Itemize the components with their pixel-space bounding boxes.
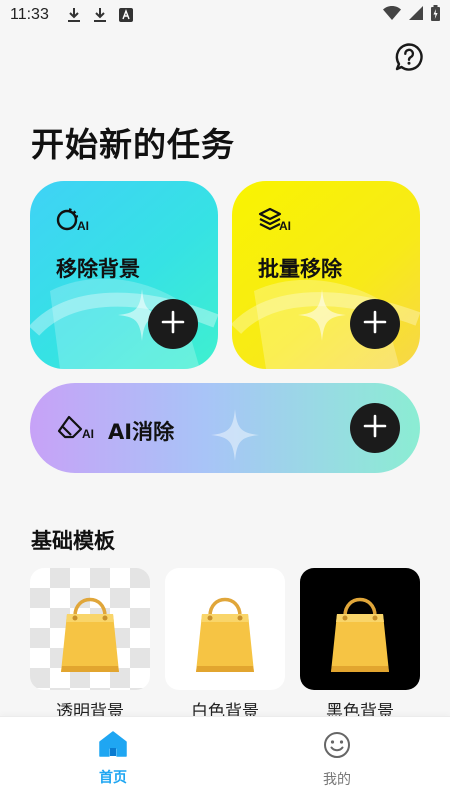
nav-home-label: 首页 bbox=[99, 770, 127, 786]
bottom-nav: 首页 我的 bbox=[0, 716, 450, 800]
batch-add-button[interactable] bbox=[350, 299, 400, 349]
templates-title: 基础模板 bbox=[31, 529, 115, 553]
page-title: 开始新的任务 bbox=[31, 125, 235, 164]
remove-bg-ai-icon: AI bbox=[56, 207, 89, 233]
wifi-icon bbox=[383, 6, 401, 24]
download-icon bbox=[67, 7, 81, 23]
batch-label: 批量移除 bbox=[258, 257, 342, 281]
smiley-icon bbox=[323, 731, 351, 763]
ai-erase-add-button[interactable] bbox=[350, 403, 400, 453]
keyboard-app-icon bbox=[118, 8, 133, 22]
plus-icon bbox=[363, 310, 387, 338]
ai-tag: AI bbox=[82, 427, 94, 441]
status-time: 11:33 bbox=[10, 6, 49, 23]
home-icon bbox=[99, 731, 127, 761]
download-icon bbox=[93, 7, 107, 23]
nav-mine-label: 我的 bbox=[323, 772, 351, 788]
batch-remove-card[interactable]: AI 批量移除 bbox=[232, 181, 420, 369]
ai-tag: AI bbox=[77, 219, 89, 233]
eraser-ai-icon: AI bbox=[57, 415, 94, 441]
help-button[interactable] bbox=[394, 42, 424, 76]
signal-icon bbox=[409, 6, 423, 24]
remove-background-card[interactable]: AI 移除背景 bbox=[30, 181, 218, 369]
template-white-bg[interactable] bbox=[165, 568, 285, 690]
ai-erase-label: AI消除 bbox=[108, 420, 175, 444]
shopping-bag-icon bbox=[196, 597, 254, 672]
template-black-bg[interactable] bbox=[300, 568, 420, 690]
nav-home[interactable]: 首页 bbox=[73, 731, 153, 787]
ai-erase-card[interactable]: AI AI消除 bbox=[30, 383, 420, 473]
shopping-bag-icon bbox=[331, 597, 389, 672]
nav-mine[interactable]: 我的 bbox=[297, 731, 377, 789]
status-bar: 11:33 bbox=[0, 0, 450, 30]
question-icon bbox=[394, 42, 424, 76]
battery-icon bbox=[431, 5, 440, 25]
remove-bg-label: 移除背景 bbox=[56, 257, 140, 281]
remove-bg-add-button[interactable] bbox=[148, 299, 198, 349]
template-transparent-bg[interactable] bbox=[30, 568, 150, 690]
plus-icon bbox=[161, 310, 185, 338]
batch-ai-icon: AI bbox=[258, 207, 291, 233]
shopping-bag-icon bbox=[61, 597, 119, 672]
plus-icon bbox=[363, 414, 387, 442]
ai-tag: AI bbox=[279, 219, 291, 233]
